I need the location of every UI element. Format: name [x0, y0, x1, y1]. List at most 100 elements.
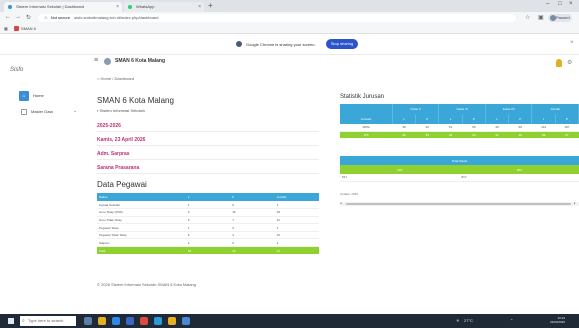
word-icon[interactable]	[182, 317, 190, 325]
edge-browser-icon[interactable]	[112, 317, 120, 325]
tab-title: WhatsApp	[136, 4, 155, 9]
browser-tab-whatsapp[interactable]: WhatsApp ×	[124, 2, 204, 12]
table-row: Guru Tidak Tetap 5 7 12	[97, 216, 319, 225]
task-view-icon[interactable]	[84, 317, 92, 325]
column-header: L	[438, 114, 463, 124]
url-text: sisfo.smkn6malang.sch.id/index.php/dashb…	[74, 15, 159, 20]
scrollbar-thumb[interactable]	[346, 203, 571, 205]
column-header: P	[555, 114, 579, 124]
windows-start-icon[interactable]	[8, 318, 14, 324]
bookmark-star-icon[interactable]: ☆	[525, 14, 530, 21]
breadcrumb-text[interactable]: Home / Dashboard	[101, 76, 135, 81]
profile-button[interactable]: Paused	[548, 14, 572, 22]
forward-icon[interactable]: →	[15, 14, 21, 20]
table-row: Guru Tetap (PNS) 3 15 18	[97, 208, 319, 217]
clock[interactable]: 10:24 23/04/2026	[550, 316, 565, 324]
minimize-icon[interactable]: –	[546, 1, 549, 7]
table-cell: 3	[185, 208, 231, 217]
bookmark-item[interactable]: SMAN 6	[14, 26, 36, 32]
column-header: P	[415, 114, 440, 124]
mail-icon[interactable]	[154, 317, 162, 325]
user-icon[interactable]	[556, 59, 562, 67]
apps-icon[interactable]: ▦	[4, 26, 8, 32]
table-cell: 284	[459, 165, 579, 174]
table-cell: 18	[185, 246, 231, 255]
avatar	[550, 15, 556, 21]
sidebar-item-master-data[interactable]: Master Data ⌄	[19, 108, 81, 116]
column-header: P	[230, 193, 275, 201]
table-total-row: Total 18 26 44	[97, 246, 319, 255]
table-cell: 66	[508, 124, 532, 132]
maximize-icon[interactable]: □	[558, 1, 562, 7]
table-cell: 26	[230, 246, 275, 255]
extensions-icon[interactable]: ▣	[538, 14, 544, 21]
sidebar-item-label: Master Data	[31, 109, 53, 114]
database-icon	[21, 109, 27, 115]
stop-sharing-button[interactable]: Stop sharing	[326, 39, 358, 49]
settings-icon[interactable]: ⚙	[567, 59, 572, 66]
table-row: MIPA 48 62 51 59 45 66 144 187	[340, 124, 579, 132]
date: 23/04/2026	[550, 320, 566, 324]
browser-tab-active[interactable]: Sistem Informasi Sekolah | Dashboard ×	[4, 2, 122, 12]
table-row: Satpam 2 0 2	[97, 238, 319, 248]
column-header: P	[508, 114, 533, 124]
divider	[97, 159, 319, 160]
table-cell: Pegawai Tetap	[97, 223, 186, 232]
share-notice-text: Google Chrome is sharing your screen.	[246, 42, 316, 47]
column-header: L	[185, 193, 231, 201]
network-icon[interactable]: ⌃	[510, 318, 513, 323]
chrome-icon[interactable]	[140, 317, 148, 325]
profile-label: Paused	[556, 15, 570, 20]
divider	[97, 131, 319, 132]
table-row: Kepala Sekolah 1 0 1	[97, 201, 319, 210]
home-icon: ⌂	[19, 91, 29, 101]
bookmark-label: SMAN 6	[21, 26, 36, 31]
table-cell: 59	[462, 124, 486, 132]
url-field[interactable]: ⚠ Not secure sisfo.smkn6malang.sch.id/in…	[38, 14, 516, 22]
weather-icon[interactable]: ☀	[456, 318, 460, 323]
statistik-summary-table: Total Siswa 233 284 517 517	[340, 156, 579, 182]
menu-toggle-icon[interactable]: ≡	[94, 57, 98, 64]
table-cell: 0	[230, 201, 275, 210]
table-cell: 187	[555, 124, 579, 132]
table-cell: 28	[438, 131, 463, 138]
gmail-icon	[14, 26, 19, 32]
reload-icon[interactable]: ↻	[26, 14, 31, 21]
table-cell: 97	[555, 131, 579, 138]
app-logo[interactable]: Sisfo	[10, 67, 23, 73]
table-cell: 31	[485, 131, 509, 138]
table-cell: Satpam	[97, 238, 186, 248]
scroll-right-icon[interactable]: ▸	[574, 201, 576, 205]
weather-text[interactable]: 27°C	[464, 318, 473, 323]
table-cell: 44	[274, 246, 319, 255]
close-notice-icon[interactable]: ×	[570, 40, 574, 46]
page-footer: © 2026 Sistem Informasi Sekolah SMAN 6 K…	[97, 282, 196, 287]
scroll-left-icon[interactable]: ◂	[340, 201, 342, 205]
folder-icon[interactable]	[168, 317, 176, 325]
column-header: Jurusan	[340, 114, 393, 124]
table-cell: 18	[274, 208, 319, 217]
page-title: SMAN 6 Kota Malang	[97, 96, 174, 105]
column-header: Total Siswa	[340, 156, 579, 165]
academic-year: 2025-2026	[97, 123, 121, 129]
table-cell: Guru Tidak Tetap	[97, 216, 186, 225]
new-tab-button[interactable]: +	[208, 1, 213, 10]
column-header: L	[485, 114, 510, 124]
summary-header-row: Total Siswa	[340, 156, 579, 165]
back-icon[interactable]: ←	[5, 14, 11, 20]
site-favicon-icon	[8, 5, 12, 9]
sidebar-item-label: Home	[33, 93, 44, 98]
horizontal-scrollbar[interactable]: ◂ ▸	[340, 201, 579, 206]
table-cell: 233	[340, 165, 460, 174]
table-cell: 30	[392, 131, 416, 138]
file-explorer-icon[interactable]	[98, 317, 106, 325]
table-cell: 144	[531, 124, 556, 132]
close-tab-icon[interactable]: ×	[198, 2, 201, 12]
store-icon[interactable]	[126, 317, 134, 325]
taskbar-search-input[interactable]: ⌕ Type here to search	[20, 316, 76, 326]
table-cell: 517	[340, 174, 460, 182]
current-date: Kamis, 23 April 2026	[97, 137, 146, 143]
sidebar-item-home[interactable]: ⌂ Home	[19, 91, 81, 101]
close-tab-icon[interactable]: ×	[116, 2, 119, 12]
close-window-icon[interactable]: ×	[569, 1, 573, 7]
